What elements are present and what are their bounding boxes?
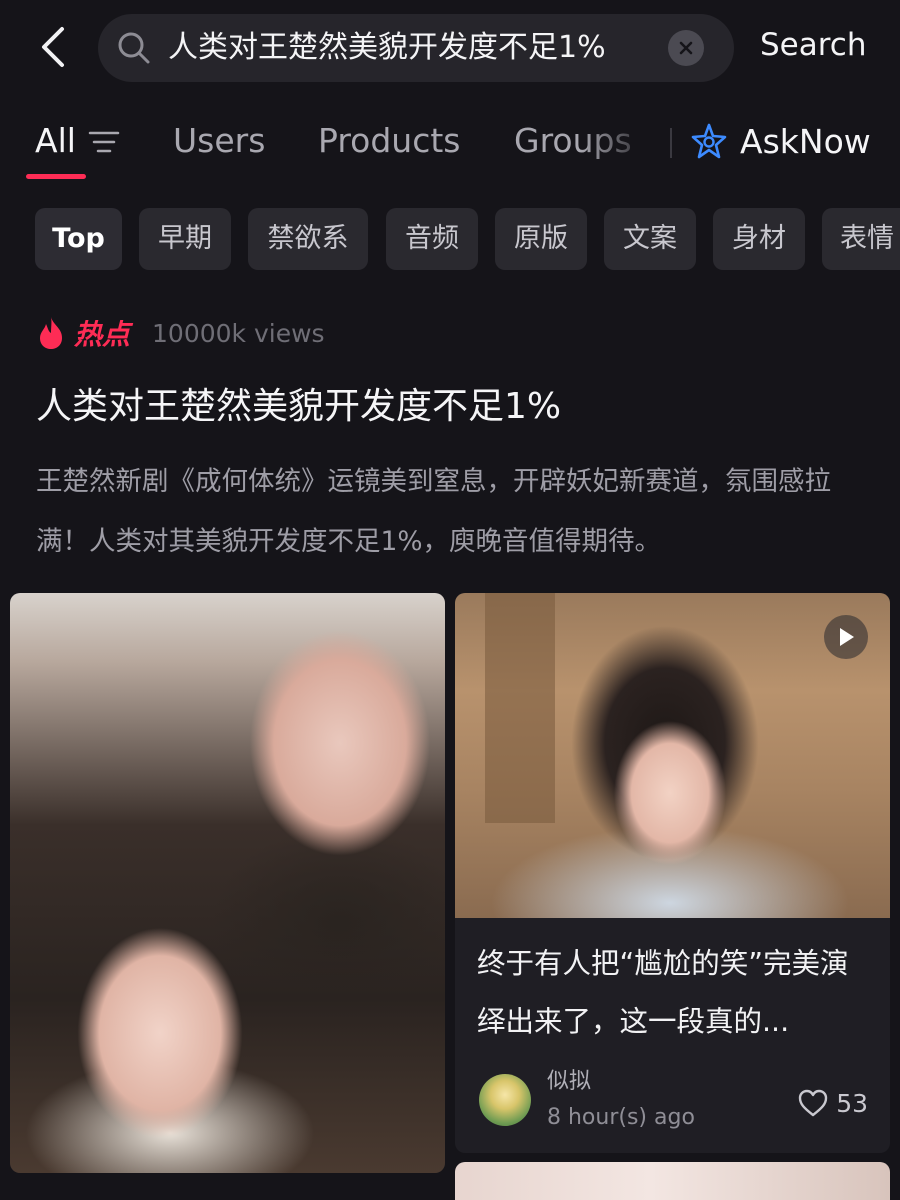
- author-name[interactable]: 似拟: [547, 1067, 695, 1097]
- tab-products[interactable]: Products: [318, 118, 461, 164]
- author-meta: 似拟 8 hour(s) ago: [547, 1067, 695, 1133]
- tab-groups[interactable]: Groups: [514, 118, 632, 164]
- video-card-next[interactable]: [455, 1162, 890, 1200]
- post-time: 8 hour(s) ago: [547, 1105, 695, 1130]
- like-button[interactable]: 53: [798, 1085, 868, 1121]
- video-card-left[interactable]: [10, 593, 445, 1173]
- search-icon: [118, 32, 150, 64]
- chip[interactable]: 禁欲系: [248, 208, 368, 270]
- top-bar: 人类对王楚然美貌开发度不足1% Search: [0, 0, 900, 95]
- asknow-star-icon: [691, 123, 727, 159]
- author-info[interactable]: 似拟 8 hour(s) ago: [479, 1069, 695, 1131]
- video-thumbnail: [10, 593, 445, 1173]
- chip[interactable]: 早期: [139, 208, 231, 270]
- chip[interactable]: 表情: [822, 208, 900, 270]
- filter-icon[interactable]: [88, 130, 120, 154]
- avatar[interactable]: [479, 1074, 531, 1126]
- hot-topic-header: 热点 10000k views: [36, 310, 325, 356]
- clear-icon: [679, 41, 693, 55]
- play-icon: [840, 628, 854, 646]
- back-arrow-icon: [42, 27, 64, 67]
- thumbnail-detail: [485, 593, 555, 823]
- result-tabs: All Users Products Groups AskNow: [0, 100, 900, 190]
- video-thumbnail: [455, 1162, 890, 1200]
- card-title: 终于有人把“尴尬的笑”完美演绎出来了，这一段真的...: [477, 947, 849, 1038]
- back-button[interactable]: [30, 22, 76, 72]
- like-count: 53: [836, 1088, 868, 1118]
- hot-summary: 王楚然新剧《成何体统》运镜美到窒息，开辟妖妃新赛道，氛围感拉满！人类对其美貌开发…: [36, 466, 831, 557]
- view-count: 10000k views: [152, 318, 325, 348]
- tab-users[interactable]: Users: [173, 118, 265, 164]
- chip[interactable]: 音频: [386, 208, 478, 270]
- tab-asknow[interactable]: AskNow: [690, 118, 871, 164]
- flame-icon: [40, 317, 62, 349]
- video-thumbnail: [455, 593, 890, 918]
- search-button[interactable]: Search: [760, 20, 867, 70]
- chip[interactable]: 文案: [604, 208, 696, 270]
- play-badge: [824, 615, 868, 659]
- clear-search-button[interactable]: [668, 30, 704, 66]
- search-box[interactable]: 人类对王楚然美貌开发度不足1%: [98, 14, 734, 82]
- search-input[interactable]: 人类对王楚然美貌开发度不足1%: [168, 14, 648, 82]
- active-tab-indicator: [26, 174, 86, 179]
- video-card-right[interactable]: 终于有人把“尴尬的笑”完美演绎出来了，这一段真的... 似拟 8 hour(s)…: [455, 593, 890, 1153]
- chip[interactable]: 原版: [495, 208, 587, 270]
- chip-top[interactable]: Top: [35, 208, 122, 270]
- hot-headline[interactable]: 人类对王楚然美貌开发度不足1%: [36, 380, 876, 434]
- heart-icon: [798, 1089, 828, 1117]
- filter-chips: Top 早期 禁欲系 音频 原版 文案 身材 表情: [0, 208, 900, 272]
- chip[interactable]: 身材: [713, 208, 805, 270]
- tab-divider: [670, 128, 672, 158]
- tab-all[interactable]: All: [35, 118, 76, 164]
- asknow-label: AskNow: [740, 121, 871, 161]
- hot-label: 热点: [74, 318, 131, 351]
